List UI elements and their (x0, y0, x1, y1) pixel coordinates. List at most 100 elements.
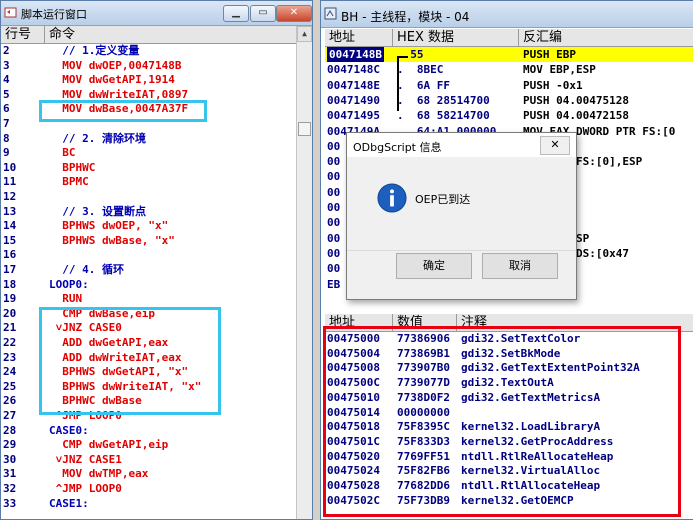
script-line[interactable]: 3 MOV dwOEP,0047148B (1, 59, 296, 74)
script-line[interactable]: 8 // 2. 清除环境 (1, 132, 296, 147)
script-line[interactable]: 18 LOOP0: (1, 278, 296, 293)
script-line[interactable]: 19 RUN (1, 292, 296, 307)
line-number: 16 (3, 248, 17, 262)
script-window-titlebar[interactable]: 脚本运行窗口 ▁ ▭ ✕ (1, 1, 312, 26)
disasm-address: EB (327, 277, 341, 291)
line-command: BPHWS dwBase, "x" (49, 233, 175, 247)
script-line[interactable]: 15 BPHWS dwBase, "x" (1, 234, 296, 249)
line-number: 26 (3, 394, 17, 408)
script-line[interactable]: 10 BPHWC (1, 161, 296, 176)
script-line[interactable]: 33 CASE1: (1, 497, 296, 512)
disasm-address: 00 (327, 139, 341, 153)
disasm-row[interactable]: 0047148B 55 PUSH EBP (325, 47, 693, 63)
disasm-row[interactable]: 0047148E. 6A FF PUSH -0x1 (325, 78, 693, 93)
line-number: 10 (3, 160, 17, 174)
cpu-window-titlebar[interactable]: BH - 主线程，模块 - 04 (321, 1, 693, 28)
cpu-window-app-icon (324, 7, 337, 20)
line-number: 7 (3, 117, 10, 130)
column-address[interactable]: 地址 (325, 29, 393, 46)
column-line-number[interactable]: 行号 (1, 26, 45, 43)
script-line[interactable]: 14 BPHWS dwOEP, "x" (1, 219, 296, 234)
dialog-close-button[interactable]: ✕ (540, 136, 570, 155)
script-line[interactable]: 11 BPMC (1, 175, 296, 190)
script-scrollbar[interactable]: ▲ (296, 26, 312, 519)
line-number: 14 (3, 219, 17, 233)
disasm-address: 00 (327, 262, 341, 276)
line-number: 32 (3, 482, 17, 495)
line-number: 12 (3, 190, 17, 203)
line-number: 3 (3, 58, 10, 72)
line-number: 28 (3, 423, 17, 437)
column-hex[interactable]: HEX 数据 (393, 29, 519, 46)
maximize-button[interactable]: ▭ (250, 5, 276, 22)
script-line[interactable]: 32 ^JMP LOOP0 (1, 482, 296, 497)
script-line[interactable]: 17 // 4. 循环 (1, 263, 296, 278)
minimize-button[interactable]: ▁ (223, 5, 249, 22)
disasm-instruction: MOV EBP,ESP (523, 63, 596, 77)
line-number: 17 (3, 263, 17, 276)
script-line[interactable]: 30 ˅JNZ CASE1 (1, 453, 296, 468)
line-command: CMP dwGetAPI,eip (49, 438, 169, 452)
disasm-address: 00 (327, 216, 341, 230)
script-line[interactable]: 9 BC (1, 146, 296, 161)
line-number: 8 (3, 131, 10, 145)
disasm-address: 00 (327, 170, 341, 184)
highlight-box-loop (39, 307, 221, 415)
cancel-button[interactable]: 取消 (482, 253, 558, 279)
script-line[interactable]: 16 (1, 248, 296, 263)
script-line[interactable]: 4 MOV dwGetAPI,1914 (1, 73, 296, 88)
line-number: 4 (3, 73, 10, 87)
line-number: 29 (3, 438, 17, 452)
disasm-row[interactable]: 00471490. 68 28514700 PUSH 04.00475128 (325, 93, 693, 108)
column-command[interactable]: 命令 (45, 26, 296, 43)
line-number: 15 (3, 233, 17, 247)
script-window-app-icon (4, 7, 17, 18)
disasm-address: 0047148C (327, 63, 380, 77)
disasm-row[interactable]: 00471495. 68 58214700 PUSH 04.00472158 (325, 108, 693, 123)
script-line[interactable]: 28 CASE0: (1, 424, 296, 439)
line-number: 9 (3, 146, 10, 160)
ok-button[interactable]: 确定 (396, 253, 472, 279)
line-command: RUN (49, 292, 83, 306)
line-number: 23 (3, 350, 17, 364)
dialog-titlebar[interactable]: ODbgScript 信息 ✕ (347, 133, 576, 157)
disasm-address: 0047148B (327, 47, 384, 63)
disasm-instruction: PUSH -0x1 (523, 78, 583, 92)
line-number: 27 (3, 409, 17, 422)
script-column-header: 行号 命令 (1, 26, 296, 44)
line-command: ˅JNZ CASE1 (49, 452, 122, 466)
disasm-address: 00 (327, 185, 341, 199)
line-command: BPHWS dwOEP, "x" (49, 219, 169, 233)
disasm-address: 00471490 (327, 93, 380, 107)
close-button[interactable]: ✕ (276, 5, 312, 22)
line-number: 13 (3, 204, 17, 218)
script-line[interactable]: 12 (1, 190, 296, 205)
scroll-thumb[interactable] (298, 122, 311, 136)
script-line[interactable]: 2 // 1.定义变量 (1, 44, 296, 59)
line-command: MOV dwGetAPI,1914 (49, 73, 175, 87)
line-number: 11 (3, 175, 17, 189)
line-command: // 4. 循环 (49, 263, 124, 276)
line-number: 18 (3, 277, 17, 291)
line-number: 21 (3, 321, 17, 335)
script-line[interactable]: 29 CMP dwGetAPI,eip (1, 438, 296, 453)
disasm-address: 00 (327, 246, 341, 260)
line-command: MOV dwTMP,eax (49, 467, 149, 481)
odbgscript-info-dialog: ODbgScript 信息 ✕ OEP已到达 确定 取消 (346, 132, 577, 300)
dialog-title: ODbgScript 信息 (353, 141, 442, 154)
cpu-window-title: BH - 主线程，模块 - 04 (341, 10, 470, 24)
line-command: LOOP0: (49, 277, 89, 291)
line-number: 22 (3, 336, 17, 349)
scroll-up-icon[interactable]: ▲ (297, 26, 312, 42)
line-number: 31 (3, 467, 17, 481)
highlight-box-iat (323, 326, 681, 517)
disasm-address: 00471495 (327, 109, 380, 123)
line-number: 24 (3, 365, 17, 379)
script-line[interactable]: 31 MOV dwTMP,eax (1, 467, 296, 482)
script-line[interactable]: 13 // 3. 设置断点 (1, 205, 296, 220)
line-number: 33 (3, 496, 17, 510)
line-command: ^JMP LOOP0 (49, 482, 122, 495)
line-command: // 2. 清除环境 (49, 131, 146, 145)
column-disasm[interactable]: 反汇编 (519, 29, 693, 46)
disasm-row[interactable]: 0047148C. 8BEC MOV EBP,ESP (325, 62, 693, 77)
